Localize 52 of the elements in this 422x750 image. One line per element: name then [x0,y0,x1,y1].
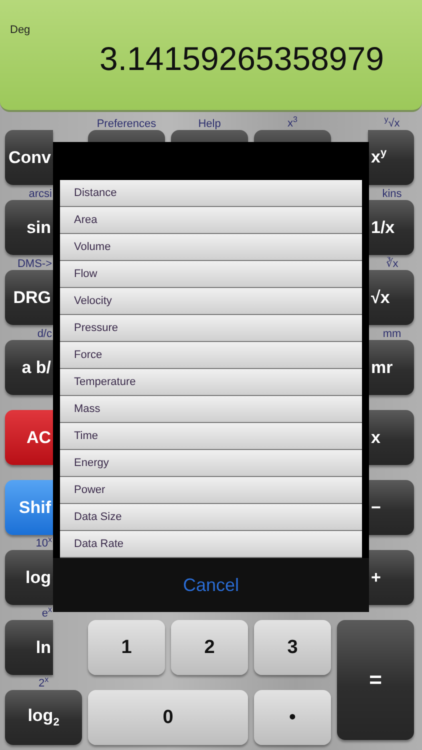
calculator-key[interactable]: a b/ [5,340,53,395]
calculator-key[interactable]: sin [5,200,53,255]
calculator-key[interactable]: + [368,550,414,605]
calculator-key[interactable]: Conv [5,130,53,185]
unit-category-item[interactable]: Area [60,207,362,234]
unit-category-item[interactable]: Force [60,342,362,369]
key-caption: ∛x [386,258,398,270]
key-caption: Help [198,118,221,130]
cancel-button[interactable]: Cancel [178,572,244,598]
unit-category-item[interactable]: Mass [60,396,362,423]
calculator-key[interactable]: DRG [5,270,53,325]
unit-category-item[interactable]: Volume [60,234,362,261]
key-caption: 2$^{x}$ [38,674,49,690]
unit-category-item[interactable]: Data Rate [60,531,362,558]
key-caption: mm [382,328,402,340]
unit-category-item[interactable]: Data Size [60,504,362,531]
calculator-key[interactable]: 1 [88,620,165,675]
calculator-key[interactable]: − [368,480,414,535]
key-caption: d/c [37,328,52,340]
unit-category-item[interactable]: Flow [60,261,362,288]
calculator-key[interactable]: 1/x [368,200,414,255]
calculator-key[interactable]: √x [368,270,414,325]
calculator-key[interactable]: 2 [171,620,248,675]
key-caption: DMS-> [17,258,52,270]
key-caption: arcsi [28,188,52,200]
calculator-key[interactable]: mr [368,340,414,395]
calculator-key[interactable]: AC [5,410,53,465]
calculator-key[interactable]: 0 [88,690,248,745]
calculator-key[interactable]: • [254,690,331,745]
calculator-key[interactable]: Shif [5,480,53,535]
unit-category-item[interactable]: Distance [60,180,362,207]
calculator-key[interactable]: log$_{2}$ [5,690,82,745]
calculator-key[interactable]: 3 [254,620,331,675]
unit-category-item[interactable]: Pressure [60,315,362,342]
key-caption: e$^{x}$ [42,604,52,620]
calculator-key[interactable]: x$^{y}$ [368,130,414,185]
key-caption: 10$^{x}$ [36,534,52,550]
key-caption: Preferences [96,118,156,130]
calculator-key[interactable]: log [5,550,53,605]
calculator-key[interactable]: x [368,410,414,465]
key-caption: kins [382,188,402,200]
unit-category-item[interactable]: Energy [60,450,362,477]
key-caption: $^{y}$√x [384,114,400,130]
calculator-key[interactable]: = [337,620,414,740]
key-caption: x$^{3}$ [288,114,298,130]
unit-category-item[interactable]: Velocity [60,288,362,315]
calculator-key[interactable]: ln [5,620,53,675]
unit-category-item[interactable]: Temperature [60,369,362,396]
unit-category-item[interactable]: Power [60,477,362,504]
angle-mode: Deg [10,24,30,36]
display-value: 3.14159265358979 [100,40,384,78]
unit-category-item[interactable]: Time [60,423,362,450]
